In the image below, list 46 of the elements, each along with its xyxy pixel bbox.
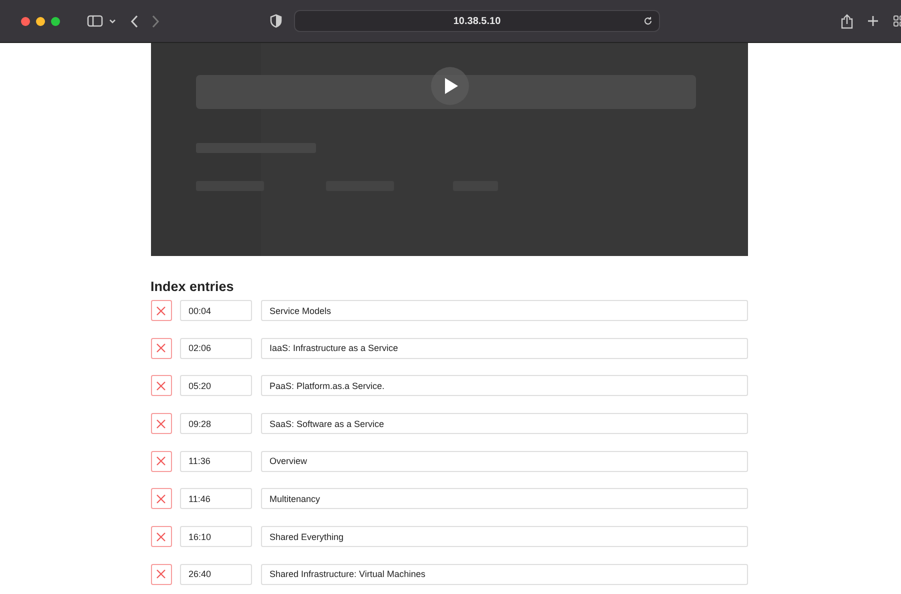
delete-button[interactable] [150,413,172,434]
close-icon [156,494,166,504]
delete-button[interactable] [150,488,172,510]
chevron-down-icon[interactable] [109,18,116,24]
time-field[interactable]: 26:40 [180,564,252,585]
delete-button[interactable] [150,564,172,585]
share-icon[interactable] [841,14,853,28]
close-icon [156,569,166,580]
close-icon [156,343,166,354]
close-icon [156,380,166,391]
title-field[interactable]: Overview [260,450,748,472]
zoom-window-icon[interactable] [51,16,60,26]
time-field[interactable]: 11:46 [180,488,252,510]
title-field[interactable]: Shared Everything [260,526,748,548]
title-field[interactable]: PaaS: Platform.as.a Service. [260,375,748,396]
shield-icon[interactable] [270,14,282,28]
forward-icon[interactable] [152,14,160,28]
delete-button[interactable] [150,450,172,472]
section-heading: Index entries [150,279,235,294]
time-field[interactable]: 00:04 [180,300,252,321]
sidebar-icon[interactable] [87,15,103,27]
title-field[interactable]: Shared Infrastructure: Virtual Machines [260,564,748,585]
time-field[interactable]: 16:10 [180,526,252,548]
plus-icon[interactable] [867,15,879,27]
time-field[interactable]: 02:06 [180,338,252,359]
delete-button[interactable] [150,300,172,321]
title-field[interactable]: SaaS: Software as a Service [260,413,748,434]
time-field[interactable]: 05:20 [180,375,252,396]
reload-icon[interactable] [643,16,653,26]
title-field[interactable]: IaaS: Infrastructure as a Service [260,338,748,359]
delete-button[interactable] [150,338,172,359]
delete-button[interactable] [150,526,172,548]
delete-button[interactable] [150,375,172,396]
title-field[interactable]: Multitenancy [260,488,748,510]
close-window-icon[interactable] [21,16,30,26]
play-icon [443,77,459,95]
title-field[interactable]: Service Models [260,300,748,321]
close-icon [156,532,166,542]
close-icon [156,418,166,429]
back-icon[interactable] [130,14,138,28]
address-bar[interactable]: 10.38.5.10 [294,10,660,32]
close-icon [156,456,166,466]
minimize-window-icon[interactable] [36,16,45,26]
time-field[interactable]: 11:36 [180,450,252,472]
time-field[interactable]: 09:28 [180,413,252,434]
close-icon [156,306,166,316]
